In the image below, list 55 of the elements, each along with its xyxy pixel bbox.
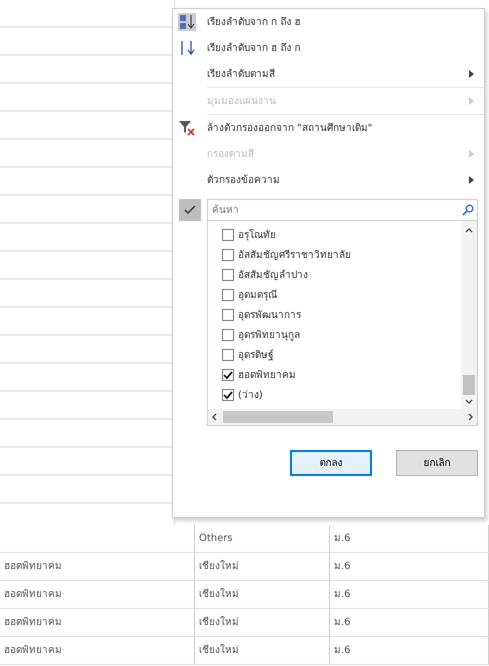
value-label[interactable]: (ว่าง) [238, 388, 263, 402]
checkbox[interactable] [222, 269, 234, 281]
checkbox[interactable] [222, 309, 234, 321]
sort-ascending-icon [178, 13, 196, 31]
table-cell: ฮอดพิทยาคม [0, 581, 195, 608]
scroll-thumb[interactable] [463, 375, 475, 395]
menu-item[interactable]: ตัวกรองข้อความ [201, 172, 469, 188]
value-label[interactable]: อัสสัมชัญศรีราชาวิทยาลัย [238, 248, 351, 262]
clear-filter-icon [178, 119, 196, 137]
ok-button[interactable]: ตกลง [290, 450, 372, 476]
checkbox[interactable] [222, 369, 234, 381]
table-cell: ม.6 [330, 553, 489, 580]
vertical-scrollbar[interactable] [461, 221, 477, 409]
table-cell: ฮอดพิทยาคม [0, 553, 195, 580]
table-cell: ฮอดพิทยาคม [0, 637, 195, 664]
checkbox[interactable] [222, 389, 234, 401]
search-field[interactable]: ค้นหา [207, 199, 478, 221]
table-cell: ฮอดพิทยาคม [0, 609, 195, 636]
checkbox[interactable] [222, 249, 234, 261]
value-label[interactable]: อุดมดรุณี [238, 288, 277, 302]
value-label[interactable]: ฮอดพิทยาคม [238, 368, 296, 382]
value-label[interactable]: อรุโณทัย [238, 228, 276, 242]
value-label[interactable]: อุดรพิทยานุกูล [238, 328, 300, 342]
table-cell: เชียงใหม่ [195, 553, 330, 580]
cancel-button[interactable]: ยกเลิก [396, 450, 478, 476]
scroll-right-icon[interactable] [468, 412, 473, 421]
menu-item[interactable]: เรียงลำดับจาก ฮ ถึง ก [201, 40, 474, 56]
scroll-left-icon[interactable] [212, 412, 217, 421]
checkbox[interactable] [222, 329, 234, 341]
checkbox[interactable] [222, 349, 234, 361]
menu-item[interactable]: ล้างตัวกรองออกจาก "สถานศึกษาเดิม" [201, 120, 474, 136]
horizontal-scrollbar[interactable] [208, 409, 477, 425]
table-cell: เชียงใหม่ [195, 609, 330, 636]
table-cell: ม.6 [330, 609, 489, 636]
value-label[interactable]: อุดรพัฒนาการ [238, 308, 301, 322]
scroll-up-icon[interactable] [465, 227, 473, 233]
scroll-down-icon[interactable] [465, 399, 473, 405]
menu-item[interactable]: เรียงลำดับจาก ก ถึง ฮ [201, 14, 474, 30]
value-label[interactable]: อุดรดิษฐ์ [238, 348, 274, 362]
table-cell: ม.6 [330, 525, 489, 552]
scroll-thumb[interactable] [223, 411, 333, 423]
checkmark-icon [223, 370, 233, 380]
table-cell: ม.6 [330, 637, 489, 664]
checkbox[interactable] [222, 289, 234, 301]
search-icon [462, 204, 474, 216]
table-cell: เชียงใหม่ [195, 581, 330, 608]
menu-item[interactable]: เรียงลำดับตามสี [201, 66, 469, 82]
table-cell: Others [195, 525, 330, 552]
menu-item: กรองตามสี [206, 148, 255, 162]
checkbox[interactable] [222, 229, 234, 241]
table-cell: ม.6 [330, 581, 489, 608]
value-label[interactable]: อัสสัมชัญลำปาง [238, 268, 308, 282]
table-cell: เชียงใหม่ [195, 637, 330, 664]
menu-item: มุมมองแผ่นงาน [206, 94, 277, 108]
checkmark-icon [223, 390, 233, 400]
